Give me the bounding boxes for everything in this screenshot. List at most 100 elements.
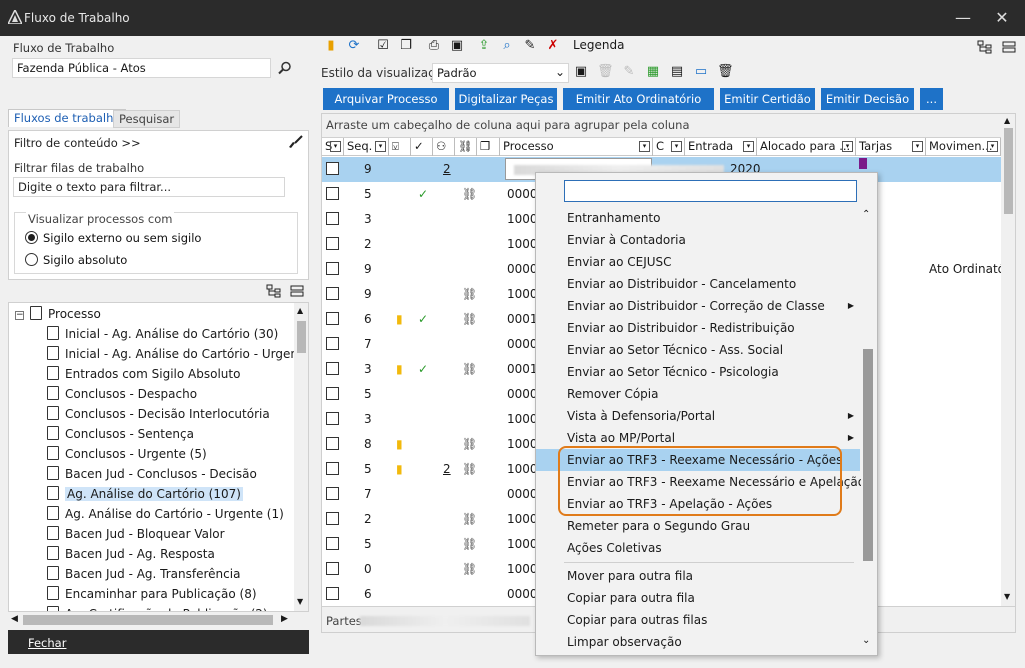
menu-item[interactable]: Enviar ao Distribuidor - Redistribuição — [536, 317, 860, 339]
row-process[interactable]: 1000 — [507, 212, 538, 226]
menu-item[interactable]: Enviar ao CEJUSC — [536, 251, 860, 273]
row-process[interactable]: 1000 — [507, 237, 538, 251]
row-link-icon[interactable]: ⛓ — [462, 537, 477, 551]
menu-scroll-thumb[interactable] — [863, 349, 873, 561]
filter-icon[interactable]: ▾ — [842, 141, 853, 152]
menu-item[interactable]: Copiar para outras filas — [536, 609, 860, 631]
col-copy[interactable]: ❐ — [477, 138, 500, 156]
menu-item[interactable]: Remeter para o Segundo Grau — [536, 515, 860, 537]
col-link[interactable]: ⛓ — [455, 138, 477, 156]
filter-icon[interactable]: ▾ — [743, 141, 754, 152]
col-process[interactable]: Processo ▾ — [500, 138, 653, 156]
collapse-tree-icon[interactable] — [290, 285, 304, 297]
tree-item[interactable]: Ag. Análise do Cartório (107) — [47, 485, 243, 505]
clear-icon[interactable]: ✗ — [545, 38, 561, 54]
scroll-right-icon[interactable]: ▶ — [281, 614, 288, 624]
close-icon[interactable]: ✕ — [988, 6, 1016, 30]
radio-absolute-secrecy[interactable] — [25, 253, 38, 266]
window-view-icon[interactable]: ▭ — [693, 64, 709, 80]
ordinatory-act-button[interactable]: Emitir Ato Ordinatório — [563, 88, 714, 110]
row-process[interactable]: 1000 — [507, 512, 538, 526]
document-view-icon[interactable]: ▤ — [669, 64, 685, 80]
row-checkbox[interactable] — [326, 237, 339, 250]
copy-icon[interactable]: ❐ — [398, 38, 414, 54]
row-link-icon[interactable]: ⛓ — [462, 562, 477, 576]
menu-item[interactable]: Vista à Defensoria/Portal ▶ — [536, 405, 860, 427]
menu-item[interactable]: Entranhamento — [536, 207, 860, 229]
row-process[interactable]: 0000 — [507, 337, 538, 351]
tree-scrollbar[interactable]: ▲ ▼ — [294, 303, 308, 611]
checked-list-icon[interactable]: ☑ — [375, 38, 391, 54]
tree-item[interactable]: Conclusos - Despacho — [47, 385, 197, 405]
grid-scroll-up-icon[interactable]: ▲ — [1004, 116, 1010, 125]
row-checkbox[interactable] — [326, 587, 339, 600]
row-link-count[interactable]: 2 — [443, 462, 451, 476]
menu-item[interactable]: Mover para outra fila — [536, 565, 860, 587]
row-process[interactable]: 1000 — [507, 562, 538, 576]
scroll-up-icon[interactable]: ▲ — [297, 306, 303, 315]
row-checkbox[interactable] — [326, 162, 339, 175]
filter-queues-input[interactable]: Digite o texto para filtrar... — [13, 177, 285, 197]
col-movement[interactable]: Movimen... ▾ — [926, 138, 1001, 156]
collapse-grid-icon[interactable] — [1002, 41, 1016, 53]
brush-icon[interactable] — [288, 134, 304, 150]
row-process[interactable]: 0000 — [507, 487, 538, 501]
row-checkbox[interactable] — [326, 337, 339, 350]
minimize-icon[interactable]: — — [949, 6, 977, 30]
filter-icon[interactable]: ▾ — [671, 141, 682, 152]
row-checkbox[interactable] — [326, 287, 339, 300]
row-process[interactable]: 0000 — [507, 262, 538, 276]
tree-item[interactable]: Inicial - Ag. Análise do Cartório (30) — [47, 325, 278, 345]
content-filter-toggle[interactable]: Filtro de conteúdo >> — [14, 136, 141, 150]
row-link-icon[interactable]: ⛓ — [462, 362, 477, 376]
filter-icon[interactable]: ▾ — [330, 141, 341, 152]
expand-tree-icon[interactable] — [266, 284, 282, 298]
col-group[interactable]: ⚇ — [433, 138, 455, 156]
tree-scroll-thumb[interactable] — [297, 321, 306, 353]
radio-external-secrecy[interactable] — [25, 231, 38, 244]
tree-item[interactable]: Bacen Jud - Bloquear Valor — [47, 525, 225, 545]
scroll-left-icon[interactable]: ◀ — [11, 614, 18, 624]
menu-item[interactable]: Remover Cópia — [536, 383, 860, 405]
tree-item[interactable]: Encaminhar para Publicação (8) — [47, 585, 257, 605]
menu-item[interactable]: Copiar para outra fila — [536, 587, 860, 609]
col-entry[interactable]: Entrada ▾ — [685, 138, 757, 156]
tree-item[interactable]: Bacen Jud - Ag. Resposta — [47, 545, 215, 565]
certificate-button[interactable]: Emitir Certidão — [720, 88, 815, 110]
tree-item[interactable]: Conclusos - Sentença — [47, 425, 194, 445]
legend-button[interactable]: Legenda — [573, 38, 624, 52]
col-c[interactable]: C ▾ — [653, 138, 685, 156]
row-link-count[interactable]: 2 — [443, 162, 451, 176]
tree-hscroll-thumb[interactable] — [23, 615, 273, 625]
row-process[interactable]: 1000 — [507, 287, 538, 301]
view-style-select[interactable]: Padrão ⌄ — [432, 63, 569, 83]
menu-item[interactable]: Enviar ao Setor Técnico - Psicologia — [536, 361, 860, 383]
menu-item[interactable]: Enviar ao Distribuidor - Correção de Cla… — [536, 295, 860, 317]
tree-item[interactable]: Ag. Certificação de Publicação (2) — [47, 605, 268, 611]
tree-hscrollbar[interactable]: ◀ ▶ — [9, 612, 294, 628]
save-icon[interactable]: ▣ — [449, 38, 465, 54]
menu-item[interactable]: Enviar ao Setor Técnico - Ass. Social — [536, 339, 860, 361]
row-checkbox[interactable] — [326, 187, 339, 200]
row-checkbox[interactable] — [326, 487, 339, 500]
menu-scroll-down-icon[interactable]: ⌄ — [862, 635, 870, 646]
row-checkbox[interactable] — [326, 512, 339, 525]
row-process[interactable]: 1000 — [507, 537, 538, 551]
menu-item[interactable]: Enviar à Contadoria — [536, 229, 860, 251]
excel-icon[interactable]: ▦ — [645, 64, 661, 80]
trash-icon[interactable]: 🗑 — [717, 64, 734, 80]
scroll-down-icon[interactable]: ▼ — [297, 597, 303, 606]
row-checkbox[interactable] — [326, 437, 339, 450]
row-link-icon[interactable]: ⛓ — [462, 287, 477, 301]
row-checkbox[interactable] — [326, 412, 339, 425]
col-tags[interactable]: Tarjas ▾ — [856, 138, 926, 156]
row-process[interactable]: 0001 — [507, 312, 538, 326]
workflow-input[interactable]: Fazenda Pública - Atos — [12, 58, 271, 78]
tree-item[interactable]: Conclusos - Urgente (5) — [47, 445, 207, 465]
row-process[interactable]: 0001 — [507, 362, 538, 376]
filter-icon[interactable]: ▾ — [987, 141, 998, 152]
find-icon[interactable]: ⌕ — [499, 38, 515, 54]
collapse-node-icon[interactable]: − — [15, 311, 24, 320]
menu-search-input[interactable] — [564, 180, 857, 202]
menu-item[interactable]: Enviar ao Distribuidor - Cancelamento — [536, 273, 860, 295]
